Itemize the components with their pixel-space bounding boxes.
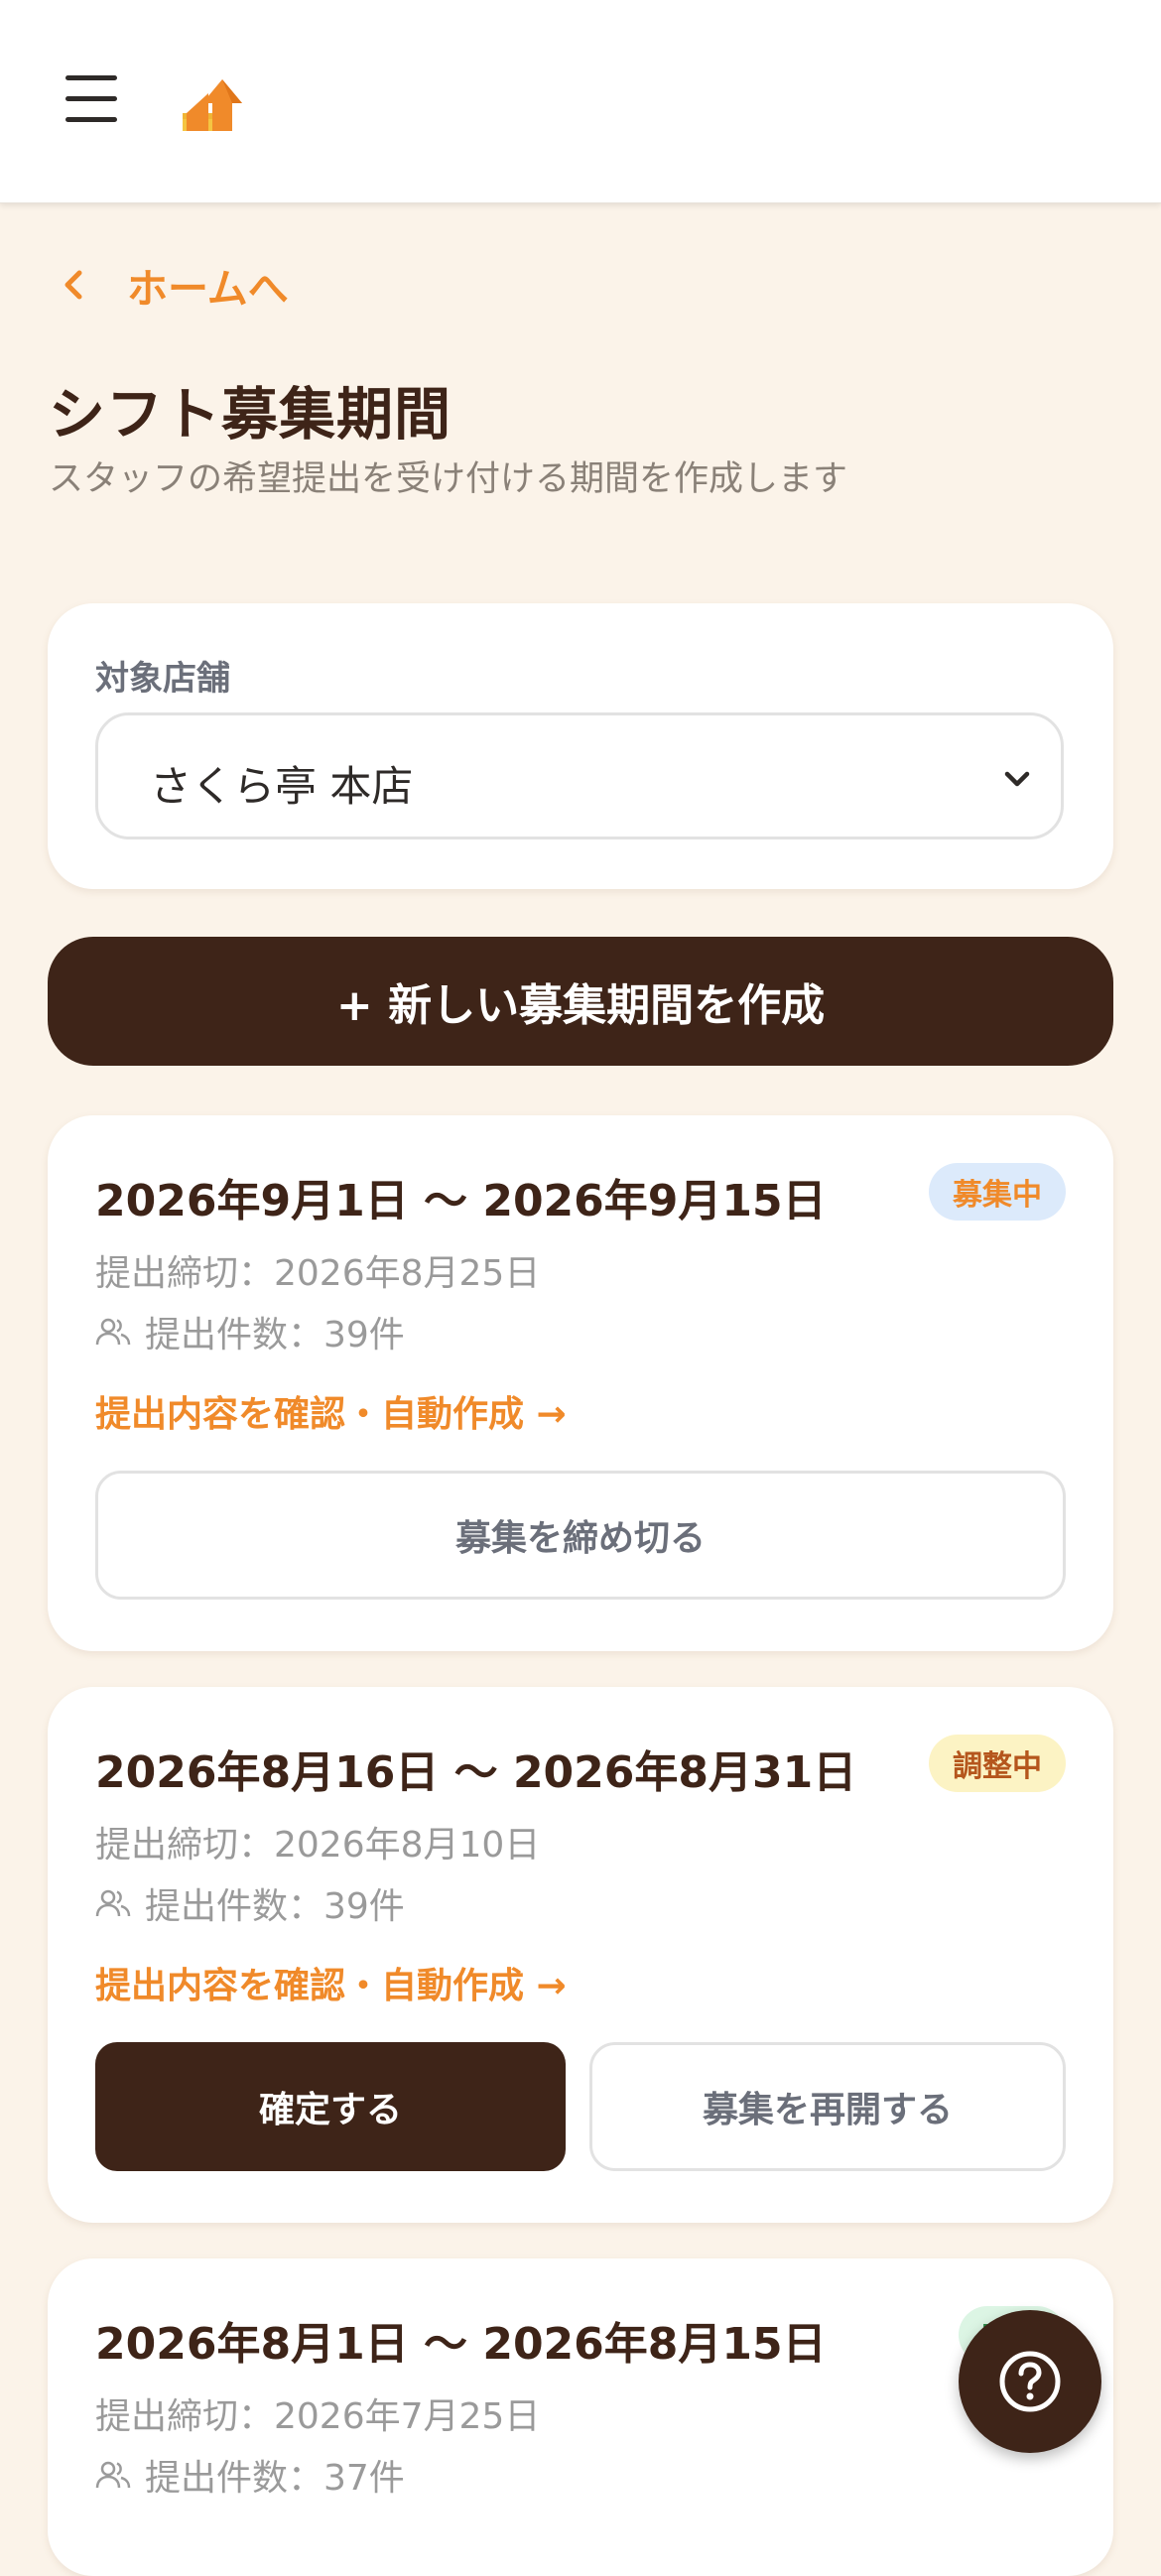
submission-count-text: 提出件数：39件 bbox=[145, 1886, 405, 1927]
confirm-button[interactable]: 確定する bbox=[95, 2042, 566, 2171]
help-button[interactable] bbox=[959, 2310, 1101, 2453]
period-deadline: 提出締切：2026年8月25日 bbox=[95, 1253, 541, 1294]
store-select[interactable]: さくら亭 本店 bbox=[95, 712, 1064, 839]
create-period-button[interactable]: + 新しい募集期間を作成 bbox=[48, 937, 1113, 1066]
period-card: 2026年9月1日 〜 2026年9月15日 募集中 提出締切：2026年8月2… bbox=[48, 1115, 1113, 1651]
period-card: 2026年8月16日 〜 2026年8月31日 調整中 提出締切：2026年8月… bbox=[48, 1687, 1113, 2223]
submission-count-text: 提出件数：37件 bbox=[145, 2458, 405, 2499]
app-header bbox=[0, 0, 1161, 203]
status-badge: 調整中 bbox=[929, 1735, 1066, 1792]
page-subtitle: スタッフの希望提出を受け付ける期間を作成します bbox=[49, 459, 848, 499]
period-title: 2026年9月1日 〜 2026年9月15日 bbox=[95, 1176, 827, 1226]
status-badge: 募集中 bbox=[929, 1163, 1066, 1221]
reopen-recruitment-button[interactable]: 募集を再開する bbox=[589, 2042, 1066, 2171]
submission-count-text: 提出件数：39件 bbox=[145, 1315, 405, 1355]
submission-count: 提出件数：37件 bbox=[95, 2449, 405, 2501]
period-title: 2026年8月16日 〜 2026年8月31日 bbox=[95, 1747, 857, 1798]
submission-count: 提出件数：39件 bbox=[95, 1306, 405, 1357]
help-question-icon bbox=[999, 2351, 1061, 2412]
users-icon bbox=[95, 1889, 131, 1917]
submission-count: 提出件数：39件 bbox=[95, 1877, 405, 1929]
store-select-value: さくら亭 本店 bbox=[150, 762, 414, 811]
house-arrow-logo[interactable] bbox=[181, 69, 246, 135]
store-selector-card: 対象店舗 さくら亭 本店 bbox=[48, 603, 1113, 889]
period-title: 2026年8月1日 〜 2026年8月15日 bbox=[95, 2319, 827, 2370]
period-deadline: 提出締切：2026年7月25日 bbox=[95, 2396, 541, 2437]
chevron-down-icon bbox=[1004, 771, 1030, 787]
back-link-label: ホームへ bbox=[127, 265, 289, 313]
review-autocreate-link[interactable]: 提出内容を確認・自動作成 → bbox=[95, 1957, 567, 2008]
back-to-home-link[interactable]: ホームへ bbox=[56, 260, 289, 313]
users-icon bbox=[95, 2461, 131, 2489]
close-recruitment-button[interactable]: 募集を締め切る bbox=[95, 1471, 1066, 1600]
hamburger-menu-icon[interactable] bbox=[65, 75, 119, 123]
store-label: 対象店舗 bbox=[95, 659, 230, 699]
period-card: 2026年8月1日 〜 2026年8月15日 確定 提出締切：2026年7月25… bbox=[48, 2258, 1113, 2576]
chevron-left-icon bbox=[64, 270, 82, 300]
review-autocreate-link[interactable]: 提出内容を確認・自動作成 → bbox=[95, 1385, 567, 1437]
users-icon bbox=[95, 1318, 131, 1346]
period-deadline: 提出締切：2026年8月10日 bbox=[95, 1825, 541, 1866]
page-title: シフト募集期間 bbox=[49, 382, 452, 448]
